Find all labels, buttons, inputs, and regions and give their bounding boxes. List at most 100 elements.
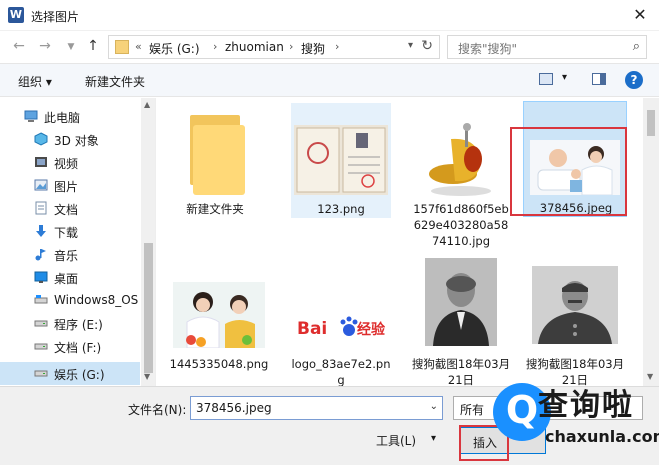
watermark-url: chaxunla.com (545, 427, 659, 446)
file-list-scrollbar[interactable]: ▼ (643, 98, 659, 386)
chevron-right-icon[interactable]: › (289, 40, 293, 53)
close-icon: ✕ (633, 5, 647, 24)
sidebar-item-this-pc[interactable]: 此电脑 (0, 105, 140, 128)
scroll-up-icon[interactable]: ▲ (144, 100, 150, 109)
address-bar[interactable]: « 娱乐 (G:) › zhuomian › 搜狗 › ▾ ↻ (108, 35, 440, 59)
music-icon (35, 249, 46, 261)
sidebar-item-music[interactable]: 音乐 (0, 243, 140, 266)
chevron-right-icon[interactable]: › (213, 40, 217, 53)
file-item-123-png[interactable]: 123.png (291, 103, 391, 218)
sidebar-item-drive-f[interactable]: 文档 (F:) (0, 335, 140, 358)
folder-front (193, 125, 245, 195)
sidebar-item-label: 文档 (F:) (54, 341, 102, 355)
sidebar-item-desktop[interactable]: 桌面 (0, 266, 140, 289)
file-name: logo_83ae7e2.png (291, 357, 391, 386)
sidebar-scroll-thumb[interactable] (144, 243, 153, 373)
chevron-down-icon: ▼ (67, 42, 75, 52)
sidebar-item-label: 下载 (54, 226, 79, 240)
filename-value: 378456.jpeg (196, 401, 272, 415)
file-item-1445335048-png[interactable]: 1445335048.png (169, 258, 269, 386)
sidebar-item-label: 文档 (54, 203, 79, 217)
help-icon[interactable]: ? (625, 71, 643, 89)
cube-icon (34, 132, 48, 146)
dialog-title: 选择图片 (31, 10, 80, 24)
computer-icon (24, 110, 38, 122)
download-icon (36, 225, 46, 237)
document-icon (35, 201, 47, 215)
chevron-down-icon[interactable]: ⌄ (430, 401, 438, 412)
arrow-right-icon: → (39, 38, 51, 54)
chevron-down-icon[interactable]: ▾ (562, 72, 567, 83)
file-name: 新建文件夹 (186, 202, 244, 216)
picture-icon (34, 179, 48, 191)
sidebar-item-3d-objects[interactable]: 3D 对象 (0, 128, 140, 151)
video-icon (35, 157, 47, 167)
sidebar-item-pictures[interactable]: 图片 (0, 174, 140, 197)
sidebar-item-label: 音乐 (54, 249, 79, 263)
file-item-sougou-screenshot-2[interactable]: 搜狗截图18年03月21日 (523, 258, 627, 386)
navigation-bar: ← → ▼ ↑ « 娱乐 (G:) › zhuomian › 搜狗 › ▾ ↻ … (0, 31, 659, 63)
sidebar-item-drive-g[interactable]: 娱乐 (G:) (0, 362, 140, 385)
close-button[interactable]: ✕ (625, 1, 655, 29)
tools-button[interactable]: 工具(L) (376, 432, 416, 449)
file-item-157f61-jpg[interactable]: 157f61d860f5eb629e403280a5874110.jpg (411, 103, 511, 253)
address-segment-zhuomian[interactable]: zhuomian (225, 40, 284, 54)
portrait-thumbnail (532, 266, 618, 344)
organize-button[interactable]: 组织 ▾ (18, 73, 52, 90)
recent-locations-button[interactable]: ▼ (62, 42, 80, 52)
sidebar-item-label: 娱乐 (G:) (54, 368, 105, 382)
file-item-new-folder[interactable]: 新建文件夹 (165, 103, 265, 253)
address-overflow[interactable]: « (135, 40, 142, 53)
file-item-sougou-screenshot-1[interactable]: 搜狗截图18年03月21日 (411, 258, 511, 386)
refresh-icon[interactable]: ↻ (421, 38, 433, 54)
address-segment-sougou[interactable]: 搜狗 (301, 40, 325, 57)
nurse-thumbnail (173, 282, 265, 348)
address-dropdown-icon[interactable]: ▾ (408, 40, 413, 51)
sidebar-item-drive-e[interactable]: 程序 (E:) (0, 312, 140, 335)
highlight-box (510, 127, 627, 216)
arrow-up-icon: ↑ (87, 38, 99, 54)
chevron-right-icon[interactable]: › (335, 40, 339, 53)
title-bar: W 选择图片 ✕ (0, 0, 659, 31)
command-bar: 组织 ▾ 新建文件夹 ▾ ? (0, 63, 659, 97)
scroll-down-icon[interactable]: ▼ (144, 372, 150, 381)
sidebar-item-videos[interactable]: 视频 (0, 151, 140, 174)
filename-input[interactable]: 378456.jpeg ⌄ (190, 396, 443, 420)
file-name: 搜狗截图18年03月21日 (411, 357, 511, 386)
file-type-value: 所有 (460, 403, 485, 417)
search-icon[interactable]: ⌕ (633, 39, 640, 54)
file-name: 157f61d860f5eb629e403280a5874110.jpg (413, 202, 509, 248)
address-segment-drive[interactable]: 娱乐 (G:) (149, 40, 200, 57)
search-input[interactable]: 搜索"搜狗" (458, 40, 517, 57)
filename-label: 文件名(N): (128, 403, 187, 417)
preview-pane-icon[interactable] (592, 73, 606, 85)
view-options-icon[interactable] (539, 73, 553, 85)
sidebar-item-downloads[interactable]: 下载 (0, 220, 140, 243)
file-name: 123.png (317, 202, 365, 216)
file-item-logo-83ae7e2-png[interactable]: Bai 经验 logo_83ae7e2.png (291, 258, 391, 386)
scroll-down-icon[interactable]: ▼ (647, 372, 653, 381)
baidu-logo-text: Bai (297, 319, 327, 339)
sidebar-item-label: 视频 (54, 157, 79, 171)
up-button[interactable]: ↑ (84, 38, 102, 54)
watermark-text: 查询啦 (538, 388, 634, 423)
sidebar-item-label: 程序 (E:) (54, 318, 103, 332)
navigation-pane: 此电脑 3D 对象 视频 图片 文档 下载 音乐 桌面 Windows8_OS … (0, 98, 156, 386)
new-folder-button[interactable]: 新建文件夹 (85, 73, 145, 90)
drive-icon (34, 295, 48, 304)
chevron-down-icon[interactable]: ▾ (431, 433, 436, 444)
arrow-left-icon: ← (13, 38, 25, 54)
sidebar-item-label: Windows8_OS (54, 293, 139, 307)
sidebar-item-windows8-os[interactable]: Windows8_OS (0, 289, 140, 312)
forward-button[interactable]: → (36, 38, 54, 54)
desktop-icon (34, 271, 48, 283)
sidebar-item-label: 3D 对象 (54, 134, 99, 148)
drive-icon (34, 370, 48, 377)
baidu-jingyan-text: 经验 (357, 321, 386, 338)
sidebar-scrollbar[interactable]: ▲ ▼ (141, 98, 155, 386)
back-button[interactable]: ← (10, 38, 28, 54)
search-box[interactable]: 搜索"搜狗" ⌕ (447, 35, 647, 59)
word-app-icon: W (8, 7, 24, 23)
sidebar-item-documents[interactable]: 文档 (0, 197, 140, 220)
file-list-scroll-thumb[interactable] (647, 110, 655, 136)
